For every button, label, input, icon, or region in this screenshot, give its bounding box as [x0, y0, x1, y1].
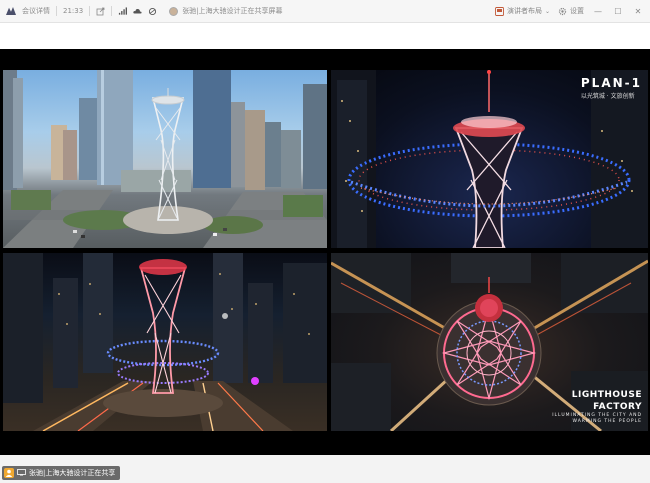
plan-subtitle: 以光筑城 · 文旅创新: [580, 93, 635, 100]
settings-label: 设置: [570, 7, 584, 15]
close-icon: ✕: [634, 6, 642, 16]
lighthouse-title-line1: LIGHTHOUSE: [571, 390, 642, 400]
layout-label: 演讲者布局: [506, 7, 542, 15]
screen-share-indicator[interactable]: 张驰|上海大驰设计正在共享: [2, 466, 121, 480]
layout-icon: [495, 6, 504, 16]
close-button[interactable]: ✕: [632, 5, 644, 17]
divider: [56, 6, 57, 16]
rendering-night-closeup: PLAN-1 以光筑城 · 文旅创新: [331, 70, 648, 248]
lighthouse-tagline-line2: WARMING THE PEOPLE: [572, 419, 642, 424]
toolbar-spacer: [0, 23, 650, 49]
lighthouse-brand-mark: LIGHTHOUSE FACTORY ILLUMINATING THE CITY…: [552, 389, 642, 425]
open-external-icon[interactable]: [96, 7, 105, 16]
divider: [89, 6, 91, 16]
network-quality-icon: [148, 7, 157, 16]
presenter-avatar: [169, 6, 179, 16]
share-status-text: 张驰|上海大驰设计正在共享: [29, 469, 116, 477]
lighthouse-title-line2: FACTORY: [593, 402, 642, 412]
maximize-icon: ☐: [614, 6, 622, 16]
rendering-day-view: [3, 70, 327, 248]
meeting-timer: 21:33: [63, 7, 84, 15]
wifi-signal-icon: [118, 6, 128, 16]
plan-title: PLAN-1: [580, 76, 642, 90]
settings-button[interactable]: 设置: [558, 6, 584, 16]
minimize-button[interactable]: —: [592, 5, 604, 17]
screen-share-icon: [17, 468, 26, 478]
plan-brand-mark: PLAN-1 以光筑城 · 文旅创新: [581, 76, 642, 100]
shared-screen[interactable]: PLAN-1 以光筑城 · 文旅创新 LIGHTHOUSE FACTORY IL…: [0, 49, 650, 455]
presenter-sharing-status: 张驰|上海大驰设计正在共享屏幕: [182, 7, 283, 15]
gear-icon: [558, 7, 567, 15]
app-logo-icon: [6, 7, 16, 15]
layout-button[interactable]: 演讲者布局 ⌄: [495, 6, 550, 16]
minimize-icon: —: [594, 6, 602, 16]
rendering-aerial-view: LIGHTHOUSE FACTORY ILLUMINATING THE CITY…: [331, 253, 648, 431]
cloud-icon: [133, 7, 142, 16]
meeting-toolbar: 会议详情 21:33 张驰|上海大驰设计正在共享屏幕 演讲者布局 ⌄ 设置 — …: [0, 0, 650, 23]
chevron-down-icon: ⌄: [544, 7, 550, 15]
maximize-button[interactable]: ☐: [612, 5, 624, 17]
user-icon: [4, 468, 14, 478]
share-status-bar: 张驰|上海大驰设计正在共享: [0, 455, 650, 483]
divider: [111, 6, 113, 16]
meeting-info-link[interactable]: 会议详情: [22, 6, 50, 16]
rendering-night-street: [3, 253, 327, 431]
